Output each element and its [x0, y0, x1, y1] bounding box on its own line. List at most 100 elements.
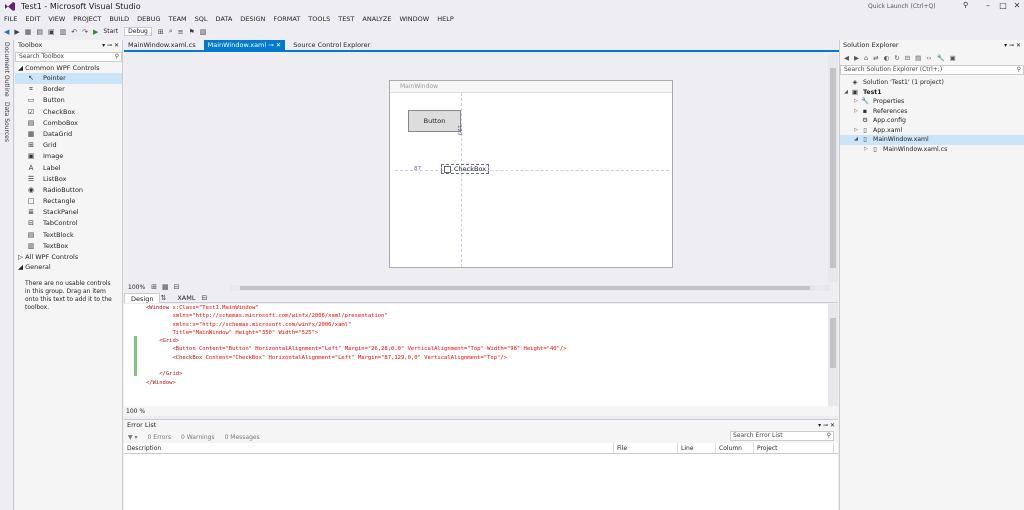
- preview-icon[interactable]: ▣: [950, 54, 956, 62]
- designer-horizontal-scrollbar[interactable]: [230, 285, 830, 291]
- code-line[interactable]: <Button Content="Button" HorizontalAlign…: [146, 345, 828, 353]
- minimize-button[interactable]: –: [981, 0, 995, 12]
- collapsed-arrow-icon[interactable]: ▷: [852, 126, 860, 136]
- code-line[interactable]: xmlns:x="http://schemas.microsoft.com/wi…: [146, 321, 828, 329]
- toolbox-item-tabcontrol[interactable]: ⊟ TabControl: [15, 218, 122, 229]
- menu-analyze[interactable]: ANALYZE: [362, 15, 391, 23]
- solution-item-references[interactable]: ▷ ▪ References: [840, 107, 1024, 117]
- start-icon[interactable]: ▶: [93, 28, 98, 36]
- quick-launch-input[interactable]: Quick Launch (Ctrl+Q): [866, 1, 976, 12]
- maximize-button[interactable]: □: [996, 0, 1010, 12]
- back-icon[interactable]: ◀: [4, 28, 9, 36]
- toolbox-group-general[interactable]: ◢ General: [15, 262, 122, 272]
- tab-xaml[interactable]: XAML: [171, 293, 201, 303]
- menu-format[interactable]: FORMAT: [273, 15, 300, 23]
- toolbox-item-datagrid[interactable]: ▦ DataGrid: [15, 129, 122, 140]
- filter-icon[interactable]: ▼ ▾: [128, 434, 138, 441]
- toolbox-search-input[interactable]: Search Toolbox ⚲: [15, 52, 122, 62]
- warnings-filter[interactable]: 0 Warnings: [181, 434, 215, 441]
- find-icon[interactable]: ⌕: [169, 27, 173, 36]
- start-button[interactable]: Start: [103, 28, 118, 35]
- code-line[interactable]: Title="MainWindow" Height="350" Width="5…: [146, 329, 828, 337]
- design-window[interactable]: MainWindow Button 87 129 CheckBox: [389, 80, 673, 268]
- toolbox-item-textblock[interactable]: ▤ TextBlock: [15, 230, 122, 241]
- properties-icon[interactable]: 🔧: [937, 54, 945, 62]
- menu-project[interactable]: PROJECT: [73, 15, 101, 23]
- collapse-all-icon[interactable]: ⊟: [905, 54, 910, 62]
- view-code-icon[interactable]: ‹›: [926, 54, 931, 62]
- code-line[interactable]: <Grid>: [146, 337, 828, 345]
- solution-item-solution-test1-1-project[interactable]: ◈ Solution 'Test1' (1 project): [840, 78, 1024, 88]
- solution-item-app-xaml[interactable]: ▷ ▯ App.xaml: [840, 126, 1024, 136]
- menu-team[interactable]: TEAM: [169, 15, 187, 23]
- data-sources-tab[interactable]: Data Sources: [3, 102, 10, 142]
- expanded-arrow-icon[interactable]: ◢: [842, 88, 850, 98]
- menu-view[interactable]: VIEW: [48, 15, 65, 23]
- bookmark-icon[interactable]: ⚑: [189, 28, 195, 36]
- forward-icon[interactable]: ▶: [14, 28, 19, 36]
- search-icon[interactable]: ⚲: [963, 1, 968, 9]
- sync-icon[interactable]: ⇄: [873, 54, 878, 62]
- menu-build[interactable]: BUILD: [109, 15, 129, 23]
- menu-tools[interactable]: TOOLS: [308, 15, 330, 23]
- menu-edit[interactable]: EDIT: [25, 15, 40, 23]
- menu-file[interactable]: FILE: [4, 15, 17, 23]
- errors-filter[interactable]: 0 Errors: [148, 434, 171, 441]
- column-header-project[interactable]: Project: [754, 443, 834, 453]
- menu-data[interactable]: DATA: [216, 15, 233, 23]
- toolbox-item-rectangle[interactable]: □ Rectangle: [15, 196, 122, 207]
- undo-icon[interactable]: ↶: [71, 28, 77, 36]
- pin-icon[interactable]: ▾ ⊸ ✕: [818, 420, 835, 431]
- new-project-icon[interactable]: ▦: [25, 28, 32, 36]
- grid-toggle-icon[interactable]: ⊞: [151, 283, 157, 291]
- toolbox-item-border[interactable]: ⌗ Border: [15, 84, 122, 95]
- layout-icon[interactable]: ▧: [200, 28, 207, 36]
- code-line[interactable]: <CheckBox Content="CheckBox" HorizontalA…: [146, 354, 828, 362]
- column-header-line[interactable]: Line: [678, 443, 716, 453]
- toolbox-item-checkbox[interactable]: ☑ CheckBox: [15, 107, 122, 118]
- redo-icon[interactable]: ↷: [82, 28, 88, 36]
- snap-lines-icon[interactable]: ⊟: [174, 283, 180, 291]
- close-button[interactable]: ✕: [1010, 0, 1024, 12]
- design-button[interactable]: Button: [408, 110, 461, 132]
- designer-zoom[interactable]: 100%: [128, 284, 145, 291]
- messages-filter[interactable]: 0 Messages: [225, 434, 260, 441]
- refresh-icon[interactable]: ↻: [894, 54, 899, 62]
- menu-help[interactable]: HELP: [437, 15, 454, 23]
- menu-window[interactable]: WINDOW: [399, 15, 429, 23]
- solution-item-test1[interactable]: ◢ ▣ Test1: [840, 88, 1024, 98]
- code-line[interactable]: [146, 362, 828, 370]
- scrollbar-thumb[interactable]: [240, 286, 810, 290]
- toolbox-item-pointer[interactable]: ↖ Pointer: [15, 73, 122, 85]
- design-checkbox[interactable]: CheckBox: [441, 164, 490, 174]
- home-icon[interactable]: ⌂: [864, 54, 868, 62]
- designer-vertical-scrollbar[interactable]: [828, 54, 838, 282]
- designer-canvas[interactable]: MainWindow Button 87 129 CheckBox: [124, 54, 838, 282]
- solution-search-input[interactable]: Search Solution Explorer (Ctrl+;) ⚲: [840, 65, 1024, 75]
- document-outline-tab[interactable]: Document Outline: [3, 42, 10, 97]
- toolbox-item-image[interactable]: ▣ Image: [15, 151, 122, 162]
- xaml-editor[interactable]: <Window x:Class="Test1.MainWindow" xmlns…: [124, 304, 828, 406]
- toolbox-item-radiobutton[interactable]: ◉ RadioButton: [15, 185, 122, 196]
- column-header-file[interactable]: File: [614, 443, 678, 453]
- swap-panes-icon[interactable]: ⇅: [160, 294, 166, 302]
- attach-icon[interactable]: ⊞: [158, 28, 164, 36]
- toolbox-item-label[interactable]: A Label: [15, 163, 122, 174]
- collapsed-arrow-icon[interactable]: ▷: [852, 107, 860, 117]
- solution-item-mainwindow-xaml[interactable]: ◢ ▯ MainWindow.xaml: [840, 135, 1024, 145]
- tab-mainwindow-xaml[interactable]: MainWindow.xaml ⊸ ✕: [203, 40, 286, 50]
- editor-zoom[interactable]: 100 %: [126, 408, 145, 415]
- save-all-icon[interactable]: ▥: [60, 28, 67, 36]
- tab-source-control-explorer[interactable]: Source Control Explorer: [289, 40, 374, 50]
- code-line[interactable]: xmlns="http://schemas.microsoft.com/winf…: [146, 312, 828, 320]
- menu-test[interactable]: TEST: [338, 15, 354, 23]
- collapsed-arrow-icon[interactable]: ▷: [862, 145, 870, 155]
- toolbox-item-combobox[interactable]: ▤ ComboBox: [15, 118, 122, 129]
- save-icon[interactable]: ▣: [48, 28, 55, 36]
- editor-vertical-scrollbar[interactable]: [828, 304, 838, 406]
- toolbox-item-textbox[interactable]: ▥ TextBox: [15, 241, 122, 252]
- toolbox-item-button[interactable]: ▭ Button: [15, 95, 122, 106]
- code-line[interactable]: <Window x:Class="Test1.MainWindow": [146, 304, 828, 312]
- collapse-pane-icon[interactable]: ⊟: [201, 294, 207, 302]
- comment-icon[interactable]: ≡: [178, 28, 184, 36]
